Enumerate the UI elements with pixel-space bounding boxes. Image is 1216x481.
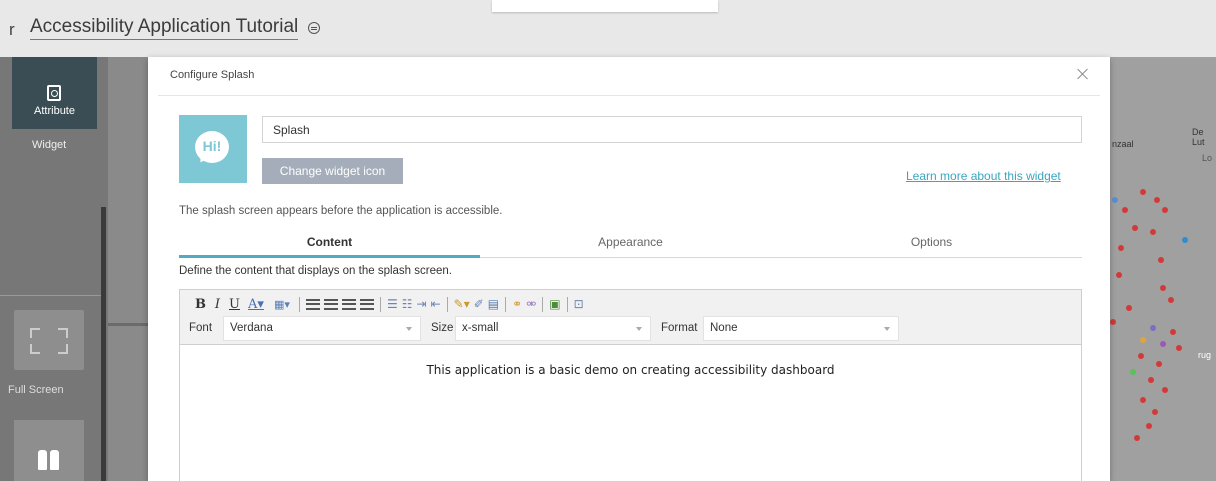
- dialog-separator: [158, 95, 1100, 96]
- fullscreen-icon: [30, 328, 40, 338]
- brush-icon[interactable]: ✐: [474, 297, 484, 311]
- tab-appearance[interactable]: Appearance: [480, 230, 781, 258]
- paste-icon[interactable]: ▤: [488, 297, 499, 311]
- fullscreen-label: Full Screen: [8, 384, 64, 396]
- config-tabs: Content Appearance Options: [179, 230, 1082, 258]
- title-menu-icon[interactable]: [308, 22, 320, 34]
- tab-options[interactable]: Options: [781, 230, 1082, 258]
- search-widget-tile[interactable]: [14, 420, 84, 481]
- map-label: De Lut: [1192, 127, 1205, 147]
- configure-splash-dialog: Configure Splash Hi! Change widget icon …: [148, 57, 1110, 481]
- tab-content[interactable]: Content: [179, 230, 480, 258]
- chevron-down-icon: [406, 327, 412, 331]
- bullet-list-icon[interactable]: ☷: [402, 297, 413, 311]
- dialog-description: The splash screen appears before the app…: [179, 205, 503, 217]
- widget-panel: Attribute Widget Full Screen: [0, 57, 108, 481]
- workspace-divider: [108, 323, 148, 326]
- binoculars-icon: [38, 450, 47, 470]
- map-label: nzaal: [1112, 139, 1134, 149]
- top-popup-tab: [492, 0, 718, 12]
- rich-text-editor: B I U A▾ ▦▾ ☰ ☷ ⇥ ⇤ ✎▾ ✐ ▤ ⚭ ⚮ ▣ ⊡ Font …: [179, 289, 1082, 481]
- map-view[interactable]: De Lut nzaal Lo rug: [1110, 57, 1216, 481]
- outdent-icon[interactable]: ⇤: [431, 297, 441, 311]
- chevron-down-icon: [884, 327, 890, 331]
- font-select[interactable]: Verdana: [223, 316, 421, 341]
- source-code-icon[interactable]: ⊡: [574, 297, 584, 311]
- toolbar-button-row: B I U A▾ ▦▾ ☰ ☷ ⇥ ⇤ ✎▾ ✐ ▤ ⚭ ⚮ ▣ ⊡: [192, 295, 586, 313]
- size-select-value: x-small: [462, 322, 499, 334]
- chevron-down-icon: [636, 327, 642, 331]
- header-lead-text: r: [9, 20, 15, 39]
- eraser-icon[interactable]: ✎▾: [454, 297, 470, 311]
- format-label: Format: [661, 322, 698, 334]
- size-select[interactable]: x-small: [455, 316, 651, 341]
- link-icon[interactable]: ⚭: [512, 297, 522, 311]
- app-title[interactable]: Accessibility Application Tutorial: [30, 16, 299, 40]
- attribute-icon: [47, 85, 61, 101]
- app-header: r Accessibility Application Tutorial: [0, 0, 1216, 57]
- align-center-icon[interactable]: [324, 298, 338, 310]
- align-right-icon[interactable]: [342, 298, 356, 310]
- panel-scrollbar[interactable]: [101, 207, 106, 481]
- align-justify-icon[interactable]: [360, 298, 374, 310]
- unlink-icon[interactable]: ⚮: [526, 297, 536, 311]
- font-color-icon[interactable]: A▾: [243, 296, 269, 313]
- attribute-label: Attribute: [34, 105, 75, 117]
- widget-icon-text: Hi!: [202, 138, 222, 154]
- insert-image-icon[interactable]: ▣: [549, 297, 560, 311]
- size-label: Size: [431, 322, 454, 334]
- highlight-color-icon[interactable]: ▦▾: [269, 296, 295, 313]
- italic-icon[interactable]: I: [209, 296, 226, 313]
- fullscreen-widget-tile[interactable]: [14, 310, 84, 370]
- format-select[interactable]: None: [703, 316, 899, 341]
- content-instruction: Define the content that displays on the …: [179, 265, 452, 277]
- attribute-widget-tile[interactable]: Attribute: [12, 57, 97, 129]
- splash-widget-icon: Hi!: [179, 115, 247, 183]
- map-label: Lo: [1202, 153, 1213, 163]
- widget-name-input[interactable]: [262, 116, 1082, 143]
- bold-icon[interactable]: B: [192, 296, 209, 313]
- indent-icon[interactable]: ⇥: [417, 297, 427, 311]
- splash-content-text[interactable]: This application is a basic demo on crea…: [180, 363, 1081, 377]
- change-widget-icon-button[interactable]: Change widget icon: [262, 158, 403, 184]
- panel-divider: [0, 295, 101, 296]
- numbered-list-icon[interactable]: ☰: [387, 297, 398, 311]
- editor-toolbar: B I U A▾ ▦▾ ☰ ☷ ⇥ ⇤ ✎▾ ✐ ▤ ⚭ ⚮ ▣ ⊡ Font …: [180, 290, 1081, 345]
- close-icon[interactable]: [1076, 67, 1090, 81]
- widget-label: Widget: [32, 139, 67, 151]
- font-label: Font: [189, 322, 213, 334]
- format-select-value: None: [710, 322, 738, 334]
- workspace-background: [108, 57, 148, 481]
- learn-more-link[interactable]: Learn more about this widget: [906, 169, 1061, 183]
- map-label: rug: [1198, 350, 1212, 360]
- align-left-icon[interactable]: [306, 298, 320, 310]
- dialog-title: Configure Splash: [170, 69, 255, 81]
- editor-content-area[interactable]: This application is a basic demo on crea…: [180, 346, 1081, 481]
- underline-icon[interactable]: U: [226, 296, 243, 313]
- font-select-value: Verdana: [230, 322, 273, 334]
